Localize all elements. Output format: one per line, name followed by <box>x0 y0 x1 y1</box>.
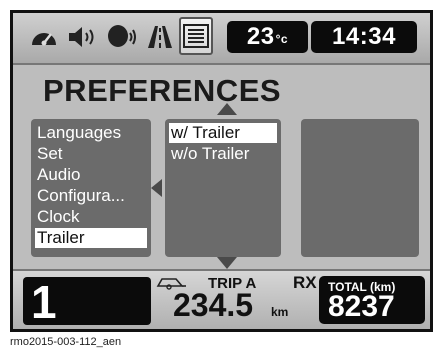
menu-item-configuration[interactable]: Configura... <box>35 186 147 206</box>
speaker-icon[interactable] <box>65 20 99 54</box>
empty-panel <box>301 119 419 257</box>
total-value: 8237 <box>328 290 395 323</box>
menu-item-set[interactable]: Set <box>35 144 147 164</box>
submenu-item-with-trailer[interactable]: w/ Trailer <box>169 123 277 143</box>
top-bar: 23 °c 14:34 <box>13 13 430 65</box>
page-title: PREFERENCES <box>43 73 282 108</box>
trip-unit: km <box>271 305 289 319</box>
speedometer-icon[interactable] <box>27 20 61 54</box>
submenu-item-without-trailer[interactable]: w/o Trailer <box>169 144 277 164</box>
clock-time: 14:34 <box>332 23 396 50</box>
submenu-panel: w/ Trailer w/o Trailer <box>165 119 281 257</box>
rider-headset-icon[interactable] <box>105 20 139 54</box>
total-odometer: TOTAL (km) 8237 <box>319 276 425 324</box>
temperature-unit: °c <box>275 32 289 46</box>
temperature-readout: 23 °c <box>227 21 308 53</box>
menu-item-clock[interactable]: Clock <box>35 207 147 227</box>
submenu-pointer-icon <box>151 179 162 197</box>
trip-value: 234.5 <box>173 287 254 323</box>
main-menu-panel: Languages Set Audio Configura... Clock T… <box>31 119 151 257</box>
gear-value: 1 <box>31 276 57 328</box>
display-screen: 23 °c 14:34 PREFERENCES Languages Set Aud… <box>10 10 433 332</box>
scroll-up-icon[interactable] <box>217 103 237 115</box>
scroll-down-icon[interactable] <box>217 257 237 269</box>
rx-label: RX <box>293 273 317 292</box>
menu-item-trailer[interactable]: Trailer <box>35 228 147 248</box>
menu-item-audio[interactable]: Audio <box>35 165 147 185</box>
bottom-bar: 1 TRIP A 234.5 km RX TOTAL (km) 8237 <box>13 269 430 329</box>
clock-readout: 14:34 <box>311 21 417 53</box>
image-caption: rmo2015-003-112_aen <box>10 336 122 348</box>
temperature-value: 23 <box>246 23 275 50</box>
road-icon[interactable] <box>143 20 177 54</box>
menu-item-languages[interactable]: Languages <box>35 123 147 143</box>
list-menu-icon[interactable] <box>179 17 213 55</box>
gear-display: 1 <box>23 276 151 328</box>
